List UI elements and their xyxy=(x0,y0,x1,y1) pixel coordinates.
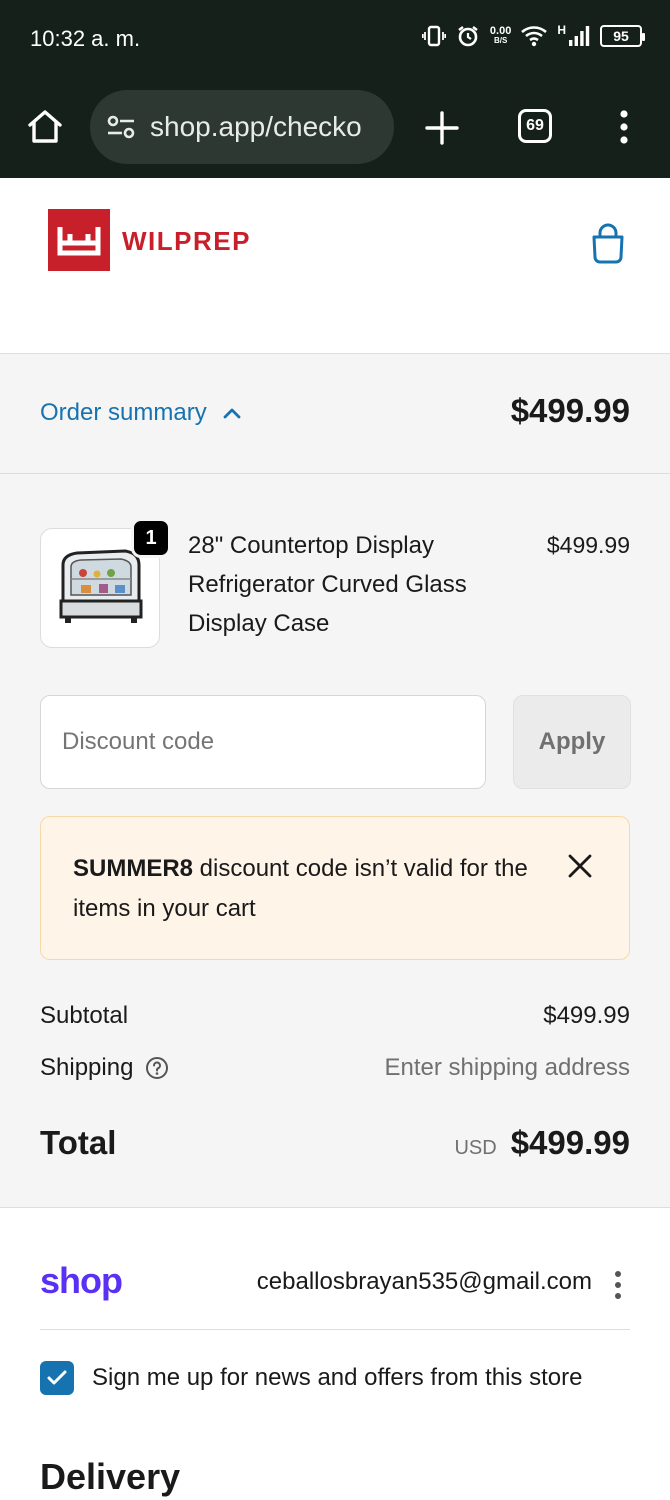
total-label: Total xyxy=(40,1124,117,1161)
discount-error-notice: SUMMER8 discount code isn’t valid for th… xyxy=(40,816,630,960)
subtotal-label: Subtotal xyxy=(40,1002,129,1029)
subtotal-value: $499.99 xyxy=(543,1002,630,1029)
total-amount-group: USD $499.99 xyxy=(454,1124,630,1162)
currency-code: USD xyxy=(454,1137,497,1159)
help-icon[interactable] xyxy=(145,1056,169,1080)
discount-error-message: SUMMER8 discount code isn’t valid for th… xyxy=(73,849,543,929)
order-summary-toggle[interactable]: Order summary $499.99 xyxy=(0,354,670,474)
discount-error-code: SUMMER8 xyxy=(73,855,194,882)
product-price: $499.99 xyxy=(546,532,630,558)
order-summary-text: Order summary xyxy=(40,399,207,426)
total-value: $499.99 xyxy=(510,1124,630,1161)
chevron-up-icon xyxy=(223,408,241,419)
store-logo-mark[interactable] xyxy=(48,209,110,271)
battery-indicator: 95 xyxy=(600,25,645,47)
subtotal-row: Subtotal $499.99 xyxy=(40,1002,630,1030)
order-summary-panel: 1 28" Countertop Display Refrigerator Cu… xyxy=(0,474,670,1208)
shipping-label-group: Shipping xyxy=(40,1054,169,1082)
more-options-icon[interactable] xyxy=(614,1270,622,1300)
home-icon[interactable] xyxy=(26,107,64,145)
browser-toolbar: shop.app/checko 69 xyxy=(0,76,670,178)
store-header: WILPREP xyxy=(0,178,670,354)
order-summary-total: $499.99 xyxy=(510,392,630,429)
newsletter-checkbox[interactable] xyxy=(40,1361,74,1395)
wifi-icon xyxy=(521,26,548,47)
site-settings-icon[interactable] xyxy=(106,114,136,140)
delivery-heading: Delivery xyxy=(40,1456,181,1497)
shipping-label: Shipping xyxy=(40,1054,134,1081)
shipping-value: Enter shipping address xyxy=(384,1054,630,1081)
address-bar[interactable]: shop.app/checko xyxy=(90,90,394,164)
cart-icon[interactable] xyxy=(588,222,628,264)
checkmark-icon xyxy=(47,1370,67,1385)
network-speed: 0.00 B/S xyxy=(490,26,511,46)
shipping-row: Shipping Enter shipping address xyxy=(40,1054,630,1082)
network-speed-value: 0.00 xyxy=(489,25,512,37)
status-icons: 0.00 B/S H 95 xyxy=(421,23,645,48)
total-row: Total USD $499.99 xyxy=(40,1124,630,1162)
signal-icon xyxy=(569,26,590,46)
quantity-badge: 1 xyxy=(131,518,171,558)
newsletter-label: Sign me up for news and offers from this… xyxy=(92,1364,583,1391)
url-text: shop.app/checko xyxy=(150,111,362,142)
browser-menu-icon[interactable] xyxy=(617,109,631,145)
newsletter-option[interactable]: Sign me up for news and offers from this… xyxy=(40,1358,640,1398)
order-summary-label[interactable]: Order summary xyxy=(40,399,241,427)
status-time: 10:32 a. m. xyxy=(30,26,141,51)
apply-discount-button[interactable]: Apply xyxy=(513,695,631,789)
account-email: ceballosbrayan535@gmail.com xyxy=(256,1268,592,1295)
shop-account-row: shop ceballosbrayan535@gmail.com xyxy=(40,1258,630,1330)
vibrate-icon xyxy=(421,25,446,47)
close-icon[interactable] xyxy=(567,853,593,879)
new-tab-icon[interactable] xyxy=(424,110,460,146)
network-speed-unit: B/S xyxy=(493,36,508,45)
network-type: H xyxy=(557,23,566,37)
status-bar: 10:32 a. m. 0.00 B/S H 95 xyxy=(0,0,670,76)
discount-code-input[interactable] xyxy=(40,695,486,789)
shop-logo: shop xyxy=(40,1260,123,1301)
store-logo-text[interactable]: WILPREP xyxy=(122,226,251,257)
store-logo-icon xyxy=(57,227,101,256)
alarm-icon xyxy=(458,26,478,47)
product-name: 28" Countertop Display Refrigerator Curv… xyxy=(188,532,467,637)
tab-switcher-button[interactable]: 69 xyxy=(518,109,552,143)
